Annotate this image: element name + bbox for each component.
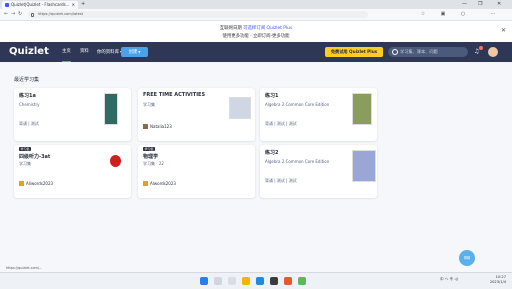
store-icon[interactable] — [270, 277, 278, 285]
browser-tab[interactable]: Quizlet|Quizlet - Flashcards... ✕ — [2, 1, 78, 9]
study-set-card[interactable]: FREE TIME ACTIVITIES 学习集 Natalia123 — [138, 88, 255, 141]
url-input[interactable]: https://quizlet.com/latest — [28, 11, 368, 18]
taskbar: 中 へ 令 ◁) 10:27 2023/1/4 — [0, 272, 512, 289]
study-set-card[interactable]: 学习集 四级听力-3at 学习集 Aliwords2023 — [14, 145, 131, 198]
card-title: 练习1a — [19, 93, 36, 99]
search-placeholder: 学习集、课本、问题 — [400, 49, 438, 54]
nav-your-library-label: 你的资料库 — [97, 50, 119, 55]
notice-close-icon[interactable]: ✕ — [501, 27, 506, 34]
edge-browser-icon[interactable] — [256, 277, 264, 285]
card-subtitle: Algebra 2 Common Core Edition — [265, 159, 330, 164]
back-arrow-icon[interactable]: ← — [4, 10, 8, 19]
search-icon — [392, 49, 398, 55]
card-author[interactable]: Natalia123 — [150, 124, 172, 129]
book-cover-image — [352, 93, 372, 125]
nav-home[interactable]: 主页 — [62, 42, 71, 62]
quizlet-favicon-icon — [5, 3, 9, 7]
nav-library[interactable]: 资料 — [80, 42, 89, 62]
notice-prefix: 互联网日期 — [219, 26, 242, 31]
minimize-button[interactable]: — — [462, 0, 467, 9]
system-tray[interactable]: 中 へ 令 ◁) — [440, 277, 458, 282]
favorites-icon[interactable]: ☆ — [420, 11, 426, 17]
upgrade-button[interactable]: 免费试用 Quizlet Plus — [325, 47, 383, 57]
study-set-tag: 学习集 — [19, 147, 32, 151]
card-title: FREE TIME ACTIVITIES — [143, 92, 206, 98]
help-button[interactable]: 帮助 — [459, 250, 475, 266]
maximize-button[interactable]: ❐ — [478, 0, 482, 9]
profile-icon[interactable]: ○ — [460, 11, 466, 17]
notification-badge — [479, 46, 483, 50]
search-input[interactable]: 学习集、课本、问题 — [388, 47, 468, 57]
create-label: 创建 — [128, 50, 138, 55]
quizlet-logo[interactable]: Quizlet — [9, 45, 49, 59]
start-icon[interactable] — [200, 277, 208, 285]
notice-line-1: 互联网日期 可选择订阅 Quizlet Plus — [0, 25, 512, 31]
office-icon[interactable] — [284, 277, 292, 285]
card-actions[interactable]: 背诵 | 测试 | 测试 — [265, 178, 297, 184]
notice-banner: 互联网日期 可选择订阅 Quizlet Plus 使用更多功能 · 立即订阅·更… — [0, 21, 512, 42]
forward-arrow-icon[interactable]: → — [11, 10, 15, 19]
card-actions[interactable]: 背诵 | 测试 | 测试 — [265, 121, 297, 127]
address-bar: ← → ↻ https://quizlet.com/latest ☆ ▣ ○ ⋯ — [0, 9, 512, 21]
browser-tab-bar: Quizlet|Quizlet - Flashcards... ✕ + — ❐ … — [0, 0, 512, 9]
notice-line-2: 使用更多功能 · 立即订阅·更多功能 — [222, 34, 290, 39]
search-taskbar-icon[interactable] — [214, 277, 222, 285]
study-set-card[interactable]: 练习1a Chemistry 背诵 | 测试 — [14, 88, 131, 141]
study-set-card[interactable]: 学习集 物理学 学习集 · 22 Alwords2023 — [138, 145, 255, 198]
book-cover-image — [352, 150, 376, 182]
card-subtitle: Chemistry — [19, 102, 40, 107]
activities-thumbnail-image — [229, 97, 251, 119]
study-set-card[interactable]: 练习2 Algebra 2 Common Core Edition 背诵 | 测… — [260, 145, 377, 198]
create-button[interactable]: 创建▼ — [121, 47, 148, 57]
card-subtitle: Algebra 2 Common Core Edition — [265, 102, 330, 107]
clock-date: 2023/1/4 — [489, 280, 506, 284]
card-subtitle: 学习集 — [19, 161, 31, 166]
lock-icon — [31, 12, 34, 17]
card-title: 练习1 — [265, 93, 279, 99]
notice-link[interactable]: 可选择订阅 Quizlet Plus — [243, 26, 292, 31]
tab-close-icon[interactable]: ✕ — [72, 1, 75, 9]
card-title: 物理学 — [143, 154, 159, 160]
url-text: https://quizlet.com/latest — [38, 12, 84, 16]
study-set-card[interactable]: 练习1 Algebra 2 Common Core Edition 背诵 | 测… — [260, 88, 377, 141]
file-explorer-icon[interactable] — [242, 277, 250, 285]
clock[interactable]: 10:27 2023/1/4 — [490, 275, 506, 285]
card-author[interactable]: Aliwords2023 — [26, 181, 53, 186]
avatar[interactable] — [488, 47, 498, 57]
refresh-icon[interactable]: ↻ — [18, 10, 22, 19]
collections-icon[interactable]: ▣ — [440, 11, 446, 17]
more-menu-icon[interactable]: ⋯ — [490, 11, 496, 17]
apple-image — [110, 155, 121, 167]
chevron-down-icon: ▼ — [138, 50, 141, 54]
task-view-icon[interactable] — [228, 277, 236, 285]
card-subtitle: 学习集 — [143, 102, 155, 107]
top-navigation: Quizlet 主页 资料 你的资料库▼ 创建▼ 免费试用 Quizlet Pl… — [0, 42, 512, 62]
status-link-preview: https://quizlet.com/... — [6, 266, 43, 270]
author-avatar-icon — [19, 181, 24, 186]
book-cover-image — [104, 93, 118, 125]
study-set-tag: 学习集 — [143, 147, 156, 151]
app-icon[interactable] — [298, 277, 306, 285]
section-title: 最近学习集 — [14, 77, 40, 83]
author-avatar-icon — [143, 181, 148, 186]
card-title: 练习2 — [265, 150, 279, 156]
card-subtitle: 学习集 · 22 — [143, 161, 164, 166]
nav-your-library[interactable]: 你的资料库▼ — [97, 42, 122, 63]
author-avatar-icon — [143, 124, 148, 129]
new-tab-button[interactable]: + — [81, 1, 85, 8]
card-title: 四级听力-3at — [19, 154, 51, 160]
card-actions[interactable]: 背诵 | 测试 — [19, 121, 39, 127]
close-window-button[interactable]: ✕ — [497, 0, 501, 9]
tab-title: Quizlet|Quizlet - Flashcards... — [11, 2, 70, 7]
card-author[interactable]: Alwords2023 — [150, 181, 176, 186]
